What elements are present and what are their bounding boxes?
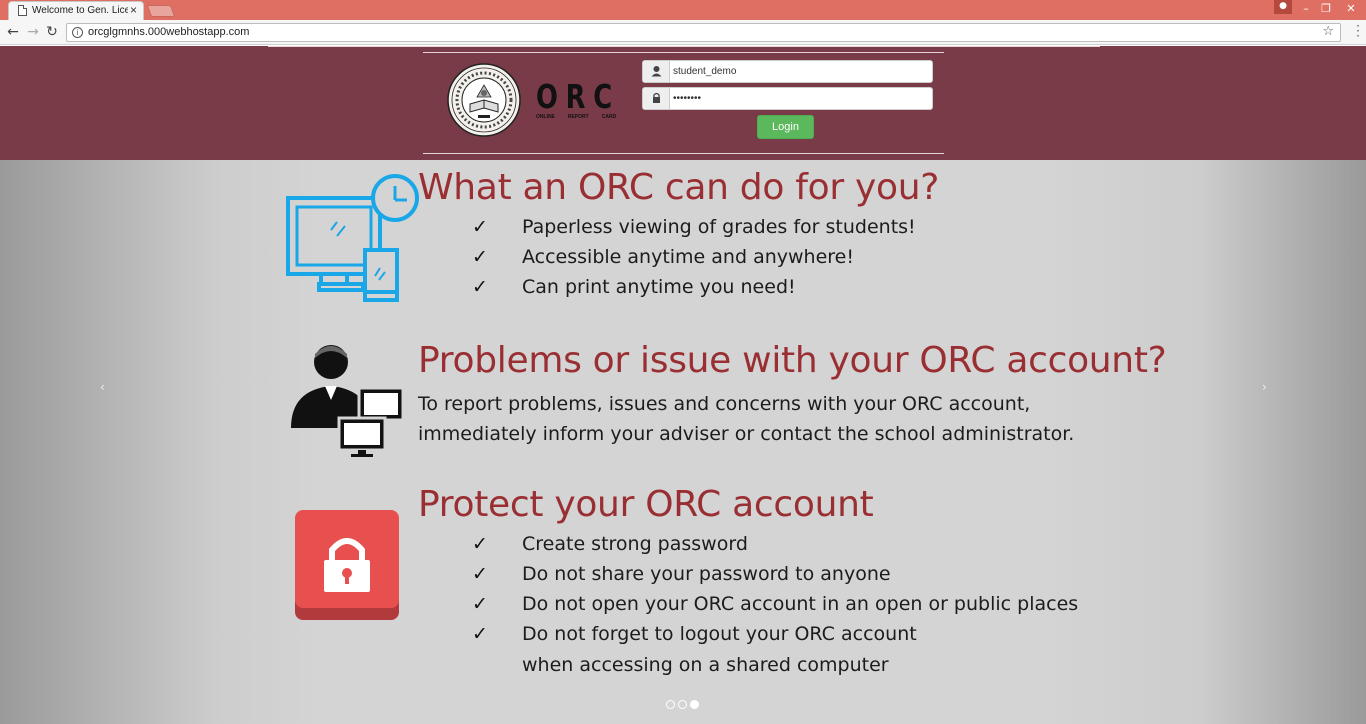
section-problems-line-1: To report problems, issues and concerns … [418, 393, 1031, 415]
list-item-text: Paperless viewing of grades for students… [522, 216, 916, 238]
check-icon: ✓ [472, 246, 488, 268]
list-item-text: Can print anytime you need! [522, 276, 796, 298]
password-input[interactable] [673, 90, 928, 107]
section-protect-title: Protect your ORC account [418, 484, 874, 525]
lock-icon [643, 88, 670, 109]
check-icon: ✓ [472, 216, 488, 238]
username-field-group [642, 60, 933, 83]
browser-toolbar: ← → ↻ i orcglgmnhs.000webhostapp.com ☆ ·… [0, 20, 1366, 45]
reload-button[interactable]: ↻ [43, 23, 61, 41]
login-button[interactable]: Login [757, 115, 814, 139]
forward-button[interactable]: → [24, 23, 42, 41]
tab-close-icon[interactable]: × [130, 3, 137, 17]
window-close-button[interactable]: ✕ [1336, 0, 1366, 20]
list-item-continuation: when accessing on a shared computer [522, 654, 889, 676]
check-icon: ✓ [472, 276, 488, 298]
browser-tab[interactable]: Welcome to Gen. Licerio × [8, 1, 144, 20]
carousel-prev-button[interactable]: ‹ [100, 380, 105, 394]
profile-icon[interactable]: ● [1274, 0, 1292, 14]
divider [423, 52, 944, 53]
info-icon[interactable]: i [72, 27, 83, 38]
section-problems-title: Problems or issue with your ORC account? [418, 340, 1167, 381]
divider [423, 153, 944, 154]
section-problems-line-2: immediately inform your adviser or conta… [418, 423, 1075, 445]
tab-title: Welcome to Gen. Licerio [32, 5, 128, 16]
school-seal-icon [447, 63, 521, 137]
carousel-next-button[interactable]: › [1262, 380, 1267, 394]
list-item-text: Do not share your password to anyone [522, 563, 891, 585]
check-icon: ✓ [472, 563, 488, 585]
check-icon: ✓ [472, 623, 488, 645]
admin-computer-icon [291, 345, 405, 457]
check-icon: ✓ [472, 533, 488, 555]
info-carousel: ‹ › What an ORC can do for you? ✓ Paperl… [0, 160, 1366, 724]
list-item-text: Do not forget to logout your ORC account [522, 623, 917, 645]
list-item-text: Accessible anytime and anywhere! [522, 246, 854, 268]
user-icon [643, 61, 670, 82]
carousel-indicator-2[interactable] [678, 700, 687, 709]
devices-icon [286, 174, 419, 302]
window-controls: ● – ❐ ✕ [1274, 0, 1366, 20]
browser-titlebar: Welcome to Gen. Licerio × ● – ❐ ✕ [0, 0, 1366, 20]
address-bar[interactable]: i orcglgmnhs.000webhostapp.com ☆ [66, 23, 1341, 42]
site-header: ORC ONLINE REPORT CARD Login [0, 46, 1366, 160]
browser-menu-icon[interactable]: · · · [1356, 20, 1360, 42]
carousel-indicator-3[interactable] [690, 700, 699, 709]
back-button[interactable]: ← [4, 23, 22, 41]
orc-logo: ORC ONLINE REPORT CARD [536, 80, 644, 120]
username-input[interactable] [673, 63, 928, 80]
restore-button[interactable]: ❐ [1316, 0, 1336, 20]
carousel-indicator-1[interactable] [666, 700, 675, 709]
minimize-button[interactable]: – [1296, 0, 1316, 20]
divider [268, 46, 1100, 47]
orc-logo-letters: ORC [536, 77, 620, 116]
url-text[interactable]: orcglgmnhs.000webhostapp.com [88, 26, 249, 38]
page-icon [18, 5, 27, 16]
padlock-icon [295, 510, 399, 620]
bookmark-star-icon[interactable]: ☆ [1322, 24, 1334, 39]
list-item-text: Create strong password [522, 533, 748, 555]
new-tab-button[interactable] [146, 5, 176, 17]
password-field-group [642, 87, 933, 110]
carousel-indicators [666, 700, 699, 709]
list-item-text: Do not open your ORC account in an open … [522, 593, 1079, 615]
section-what-orc-title: What an ORC can do for you? [418, 167, 940, 208]
check-icon: ✓ [472, 593, 488, 615]
